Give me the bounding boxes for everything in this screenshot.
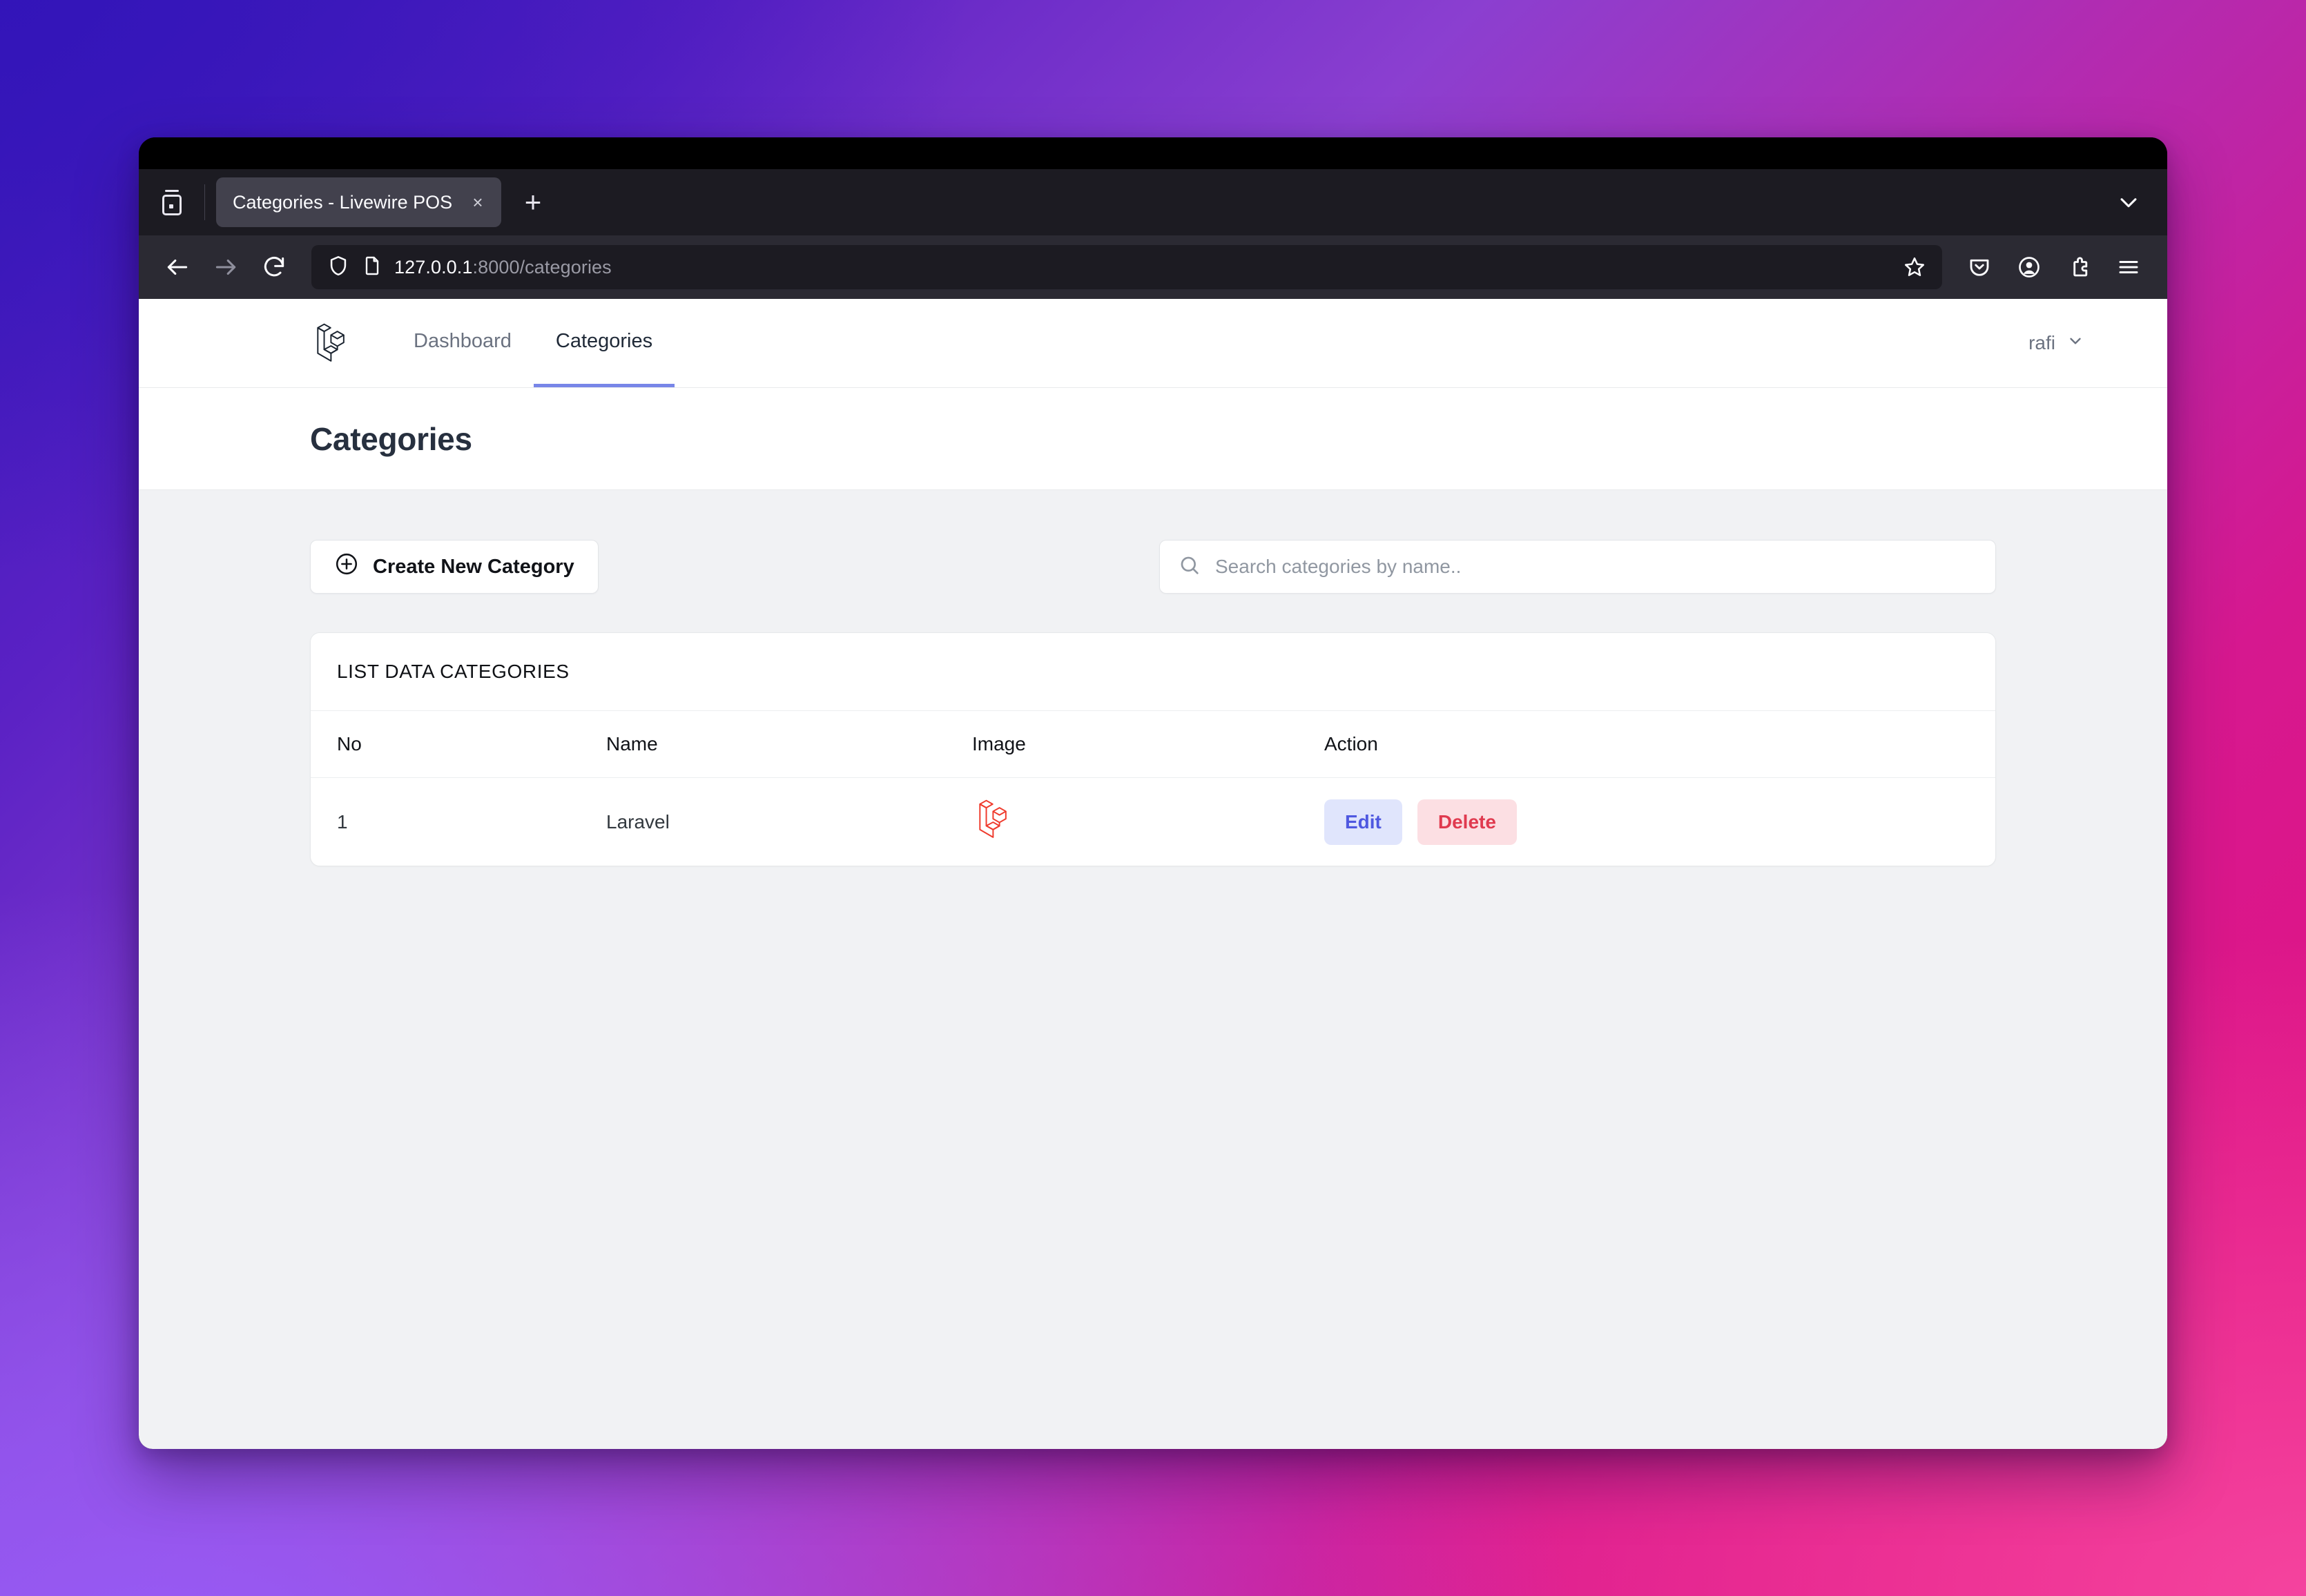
user-menu[interactable]: rafi [2028, 299, 2123, 387]
user-name: rafi [2028, 332, 2055, 353]
browser-tab[interactable]: Categories - Livewire POS × [216, 177, 501, 227]
url-text: 127.0.0.1:8000/categories [394, 257, 1886, 278]
hamburger-menu-icon[interactable] [2106, 245, 2151, 289]
create-new-category-label: Create New Category [373, 555, 574, 578]
table-row: 1 Laravel Edit Delete [311, 778, 1995, 866]
star-icon[interactable] [1897, 249, 1932, 285]
account-icon[interactable] [2007, 245, 2051, 289]
reload-icon[interactable] [252, 245, 296, 289]
laravel-logo-image [972, 799, 1015, 846]
row-actions: Edit Delete [1324, 799, 1969, 845]
url-path: :8000/categories [472, 256, 612, 278]
pocket-save-icon[interactable] [1957, 245, 2002, 289]
cell-image [946, 778, 1298, 866]
new-tab-button[interactable]: + [512, 182, 554, 223]
page-content: Create New Category LIST DATA CATEGORIES… [139, 490, 2167, 866]
page-viewport: Dashboard Categories rafi Categories Cre… [139, 299, 2167, 1449]
edit-button[interactable]: Edit [1324, 799, 1402, 845]
cell-name: Laravel [606, 810, 670, 833]
tab-title: Categories - Livewire POS [233, 191, 453, 213]
laravel-logo[interactable] [139, 299, 391, 387]
page-title: Categories [310, 420, 472, 457]
back-arrow-icon[interactable] [155, 245, 200, 289]
url-bar[interactable]: 127.0.0.1:8000/categories [311, 245, 1942, 289]
plus-circle-icon [334, 552, 359, 582]
column-header-no: No [311, 711, 580, 778]
search-input[interactable] [1215, 556, 1977, 578]
cell-no: 1 [337, 810, 348, 833]
cell-action: Edit Delete [1298, 778, 1995, 866]
page-document-icon[interactable] [361, 255, 383, 280]
column-header-action: Action [1298, 711, 1995, 778]
browser-toolbar-icons [1957, 245, 2151, 289]
categories-table: No Name Image Action 1 Laravel Edit Dele… [311, 711, 1995, 866]
table-header-row: No Name Image Action [311, 711, 1995, 778]
search-box[interactable] [1159, 540, 1996, 594]
table-body: 1 Laravel Edit Delete [311, 778, 1995, 866]
app-navbar: Dashboard Categories rafi [139, 299, 2167, 387]
firefox-view-button[interactable] [139, 169, 205, 235]
categories-card: LIST DATA CATEGORIES No Name Image Actio… [310, 632, 1996, 866]
table-head: No Name Image Action [311, 711, 1995, 778]
create-new-category-button[interactable]: Create New Category [310, 540, 599, 594]
search-icon [1178, 554, 1201, 581]
app-nav-links: Dashboard Categories [391, 299, 675, 387]
card-title: LIST DATA CATEGORIES [311, 633, 1995, 711]
browser-navbar: 127.0.0.1:8000/categories [139, 235, 2167, 299]
chevron-down-icon [2066, 332, 2084, 355]
forward-arrow-icon[interactable] [204, 245, 248, 289]
close-icon[interactable]: × [464, 188, 492, 216]
column-header-image: Image [946, 711, 1298, 778]
app-header: Dashboard Categories rafi [139, 299, 2167, 388]
page-title-bar: Categories [139, 388, 2167, 490]
nav-link-categories[interactable]: Categories [533, 299, 675, 387]
window-titlebar [139, 137, 2167, 169]
url-host: 127.0.0.1 [394, 256, 473, 278]
nav-link-dashboard[interactable]: Dashboard [391, 299, 534, 387]
firefox-view-icon [160, 189, 184, 215]
content-toolbar: Create New Category [310, 540, 1996, 594]
browser-window: Categories - Livewire POS × + 127.0.0.1:… [139, 137, 2167, 1449]
extensions-puzzle-icon[interactable] [2057, 245, 2101, 289]
shield-icon[interactable] [327, 254, 350, 281]
delete-button[interactable]: Delete [1417, 799, 1517, 845]
chevron-down-icon[interactable] [2113, 187, 2144, 217]
column-header-name: Name [580, 711, 946, 778]
browser-tabstrip: Categories - Livewire POS × + [139, 169, 2167, 235]
